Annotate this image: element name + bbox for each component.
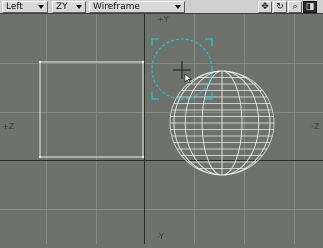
axis-label-top: +Y — [157, 15, 169, 24]
rotate-icon: ↻ — [276, 2, 284, 12]
cube-corner-point — [38, 60, 42, 64]
minor-grid — [0, 14, 323, 244]
viewport-canvas[interactable]: +Y +Z -Z -Y — [0, 14, 323, 244]
render-mode-dropdown[interactable]: Wireframe — [89, 1, 185, 13]
axis-label-bottom: -Y — [157, 232, 164, 241]
sphere-wireframe — [169, 70, 275, 176]
cube-corner-point — [141, 155, 145, 159]
chevron-down-icon — [76, 5, 82, 9]
chevron-down-icon — [38, 5, 44, 9]
cube-wireframe — [39, 61, 144, 158]
move-icon: ✥ — [261, 2, 269, 12]
axis-label-left: +Z — [2, 122, 15, 131]
rotate-view-button[interactable]: ↻ — [273, 1, 287, 13]
maximize-icon: ◨ — [305, 2, 315, 12]
move-view-button[interactable]: ✥ — [258, 1, 272, 13]
viewport-toolbar: Left ZY Wireframe ✥ ↻ ⌕ ◨ — [0, 0, 323, 14]
maximize-view-button[interactable]: ◨ — [303, 1, 317, 13]
viewport-svg[interactable] — [0, 14, 323, 244]
axis-label-right: -Z — [311, 122, 320, 131]
axis-dropdown[interactable]: ZY — [52, 1, 86, 13]
cube-corner-point — [141, 60, 145, 64]
zoom-view-button[interactable]: ⌕ — [288, 1, 302, 13]
axis-dropdown-label: ZY — [56, 2, 68, 12]
render-mode-label: Wireframe — [93, 2, 140, 12]
chevron-down-icon — [175, 5, 181, 9]
magnifier-icon: ⌕ — [292, 2, 298, 12]
cube-corner-point — [38, 155, 42, 159]
view-dropdown[interactable]: Left — [2, 1, 48, 13]
view-dropdown-label: Left — [6, 2, 23, 12]
